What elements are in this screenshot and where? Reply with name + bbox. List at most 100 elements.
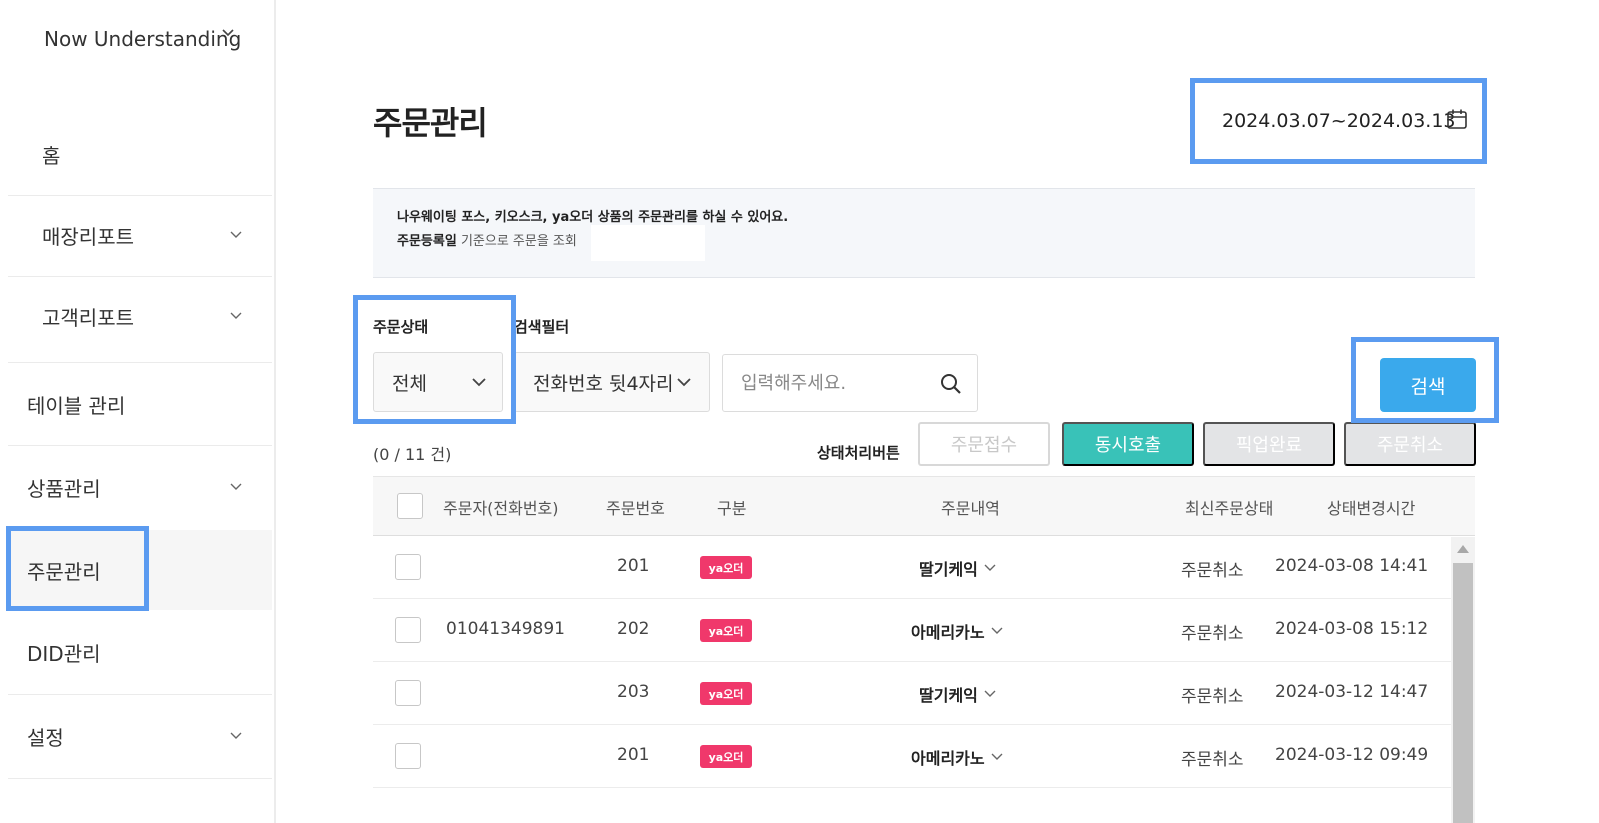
row-checkbox[interactable] xyxy=(395,743,421,769)
order-type-badge: ya오더 xyxy=(700,745,752,768)
order-items-toggle[interactable]: 아메리카노 xyxy=(911,619,1004,643)
scroll-thumb[interactable] xyxy=(1453,563,1473,823)
order-status-value: 전체 xyxy=(392,372,427,395)
row-checkbox[interactable] xyxy=(395,680,421,706)
status-buttons-label: 상태처리버튼 xyxy=(817,444,900,462)
sidebar-item-label: DID관리 xyxy=(27,641,101,666)
sidebar-item-order-management[interactable]: 주문관리 xyxy=(8,530,272,610)
changed-time: 2024-03-12 14:47 xyxy=(1275,682,1429,702)
divider xyxy=(8,694,272,695)
sidebar-item-did-management[interactable]: DID관리 xyxy=(8,612,272,692)
latest-status: 주문취소 xyxy=(1181,750,1244,770)
order-number: 202 xyxy=(617,619,650,639)
sidebar-item-home[interactable]: 홈 xyxy=(8,114,272,194)
notice-line-2-rest: 기준으로 주문을 조회 xyxy=(456,234,577,249)
notice-line-1: 나우웨이팅 포스, 키오스크, ya오더 상품의 주문관리를 하실 수 있어요. xyxy=(397,210,789,225)
date-range-value: 2024.03.07~2024.03.13 xyxy=(1222,110,1456,132)
column-header-order-items: 주문내역 xyxy=(941,499,1000,518)
date-range-picker[interactable]: 2024.03.07~2024.03.13 xyxy=(1196,84,1478,158)
sidebar-item-store-report[interactable]: 매장리포트 xyxy=(8,195,272,275)
order-items-text: 딸기케익 xyxy=(919,560,978,579)
table-row[interactable]: 201 ya오더 아메리카노 주문취소 2024-03-12 09:49 xyxy=(373,725,1451,788)
orderer-phone: 01041349891 xyxy=(446,619,565,639)
chevron-down-icon xyxy=(470,374,488,390)
table-row[interactable]: 01041349891 202 ya오더 아메리카노 주문취소 2024-03-… xyxy=(373,599,1451,662)
selection-count: (0 / 11 건) xyxy=(373,445,452,464)
changed-time: 2024-03-08 15:12 xyxy=(1275,619,1429,639)
sidebar-item-label: 고객리포트 xyxy=(42,305,134,330)
order-number: 201 xyxy=(617,745,650,765)
calendar-icon[interactable] xyxy=(1446,108,1468,135)
column-header-order-number: 주문번호 xyxy=(606,499,665,518)
order-items-toggle[interactable]: 딸기케익 xyxy=(919,682,997,706)
chevron-down-icon xyxy=(228,226,244,242)
sidebar-item-customer-report[interactable]: 고객리포트 xyxy=(8,276,272,356)
order-items-text: 아메리카노 xyxy=(911,749,985,768)
search-filter-select[interactable]: 전화번호 뒷4자리 xyxy=(514,352,710,412)
accept-order-button[interactable]: 주문접수 xyxy=(918,422,1050,466)
order-items-text: 아메리카노 xyxy=(911,623,985,642)
latest-status: 주문취소 xyxy=(1181,687,1244,707)
order-items-text: 딸기케익 xyxy=(919,686,978,705)
sidebar-item-label: 상품관리 xyxy=(27,476,101,501)
search-filter-label: 검색필터 xyxy=(514,318,570,336)
brand-dropdown[interactable]: Now Understanding xyxy=(44,24,244,54)
search-input[interactable] xyxy=(741,369,931,397)
changed-time: 2024-03-08 14:41 xyxy=(1275,556,1429,576)
simultaneous-call-button[interactable]: 동시호출 xyxy=(1062,422,1194,466)
notice-box: 나우웨이팅 포스, 키오스크, ya오더 상품의 주문관리를 하실 수 있어요.… xyxy=(373,188,1475,278)
divider xyxy=(8,362,272,363)
search-icon[interactable] xyxy=(939,372,963,400)
sidebar-item-label: 홈 xyxy=(42,143,61,168)
order-type-badge: ya오더 xyxy=(700,556,752,579)
sidebar-item-settings[interactable]: 설정 xyxy=(8,696,272,776)
chevron-down-icon xyxy=(228,727,244,743)
order-items-toggle[interactable]: 아메리카노 xyxy=(911,745,1004,769)
notice-line-2-bold: 주문등록일 xyxy=(397,234,457,249)
sidebar-item-table-management[interactable]: 테이블 관리 xyxy=(8,364,272,444)
chevron-down-icon xyxy=(228,307,244,323)
row-checkbox[interactable] xyxy=(395,554,421,580)
chevron-down-icon xyxy=(983,685,997,704)
chevron-down-icon xyxy=(983,559,997,578)
pickup-complete-button[interactable]: 픽업완료 xyxy=(1203,422,1335,466)
order-status-select[interactable]: 전체 xyxy=(373,352,503,412)
order-status-label: 주문상태 xyxy=(373,318,429,336)
table-header: 주문자(전화번호) 주문번호 구분 주문내역 최신주문상태 상태변경시간 xyxy=(373,476,1475,536)
page-title: 주문관리 xyxy=(373,104,488,142)
divider xyxy=(8,445,272,446)
table-row[interactable]: 203 ya오더 딸기케익 주문취소 2024-03-12 14:47 xyxy=(373,662,1451,725)
redaction-mask xyxy=(591,225,705,261)
select-all-checkbox[interactable] xyxy=(397,493,423,519)
search-filter-value: 전화번호 뒷4자리 xyxy=(533,372,674,395)
sidebar-item-label: 테이블 관리 xyxy=(27,393,126,418)
order-type-badge: ya오더 xyxy=(700,682,752,705)
column-header-type: 구분 xyxy=(717,499,747,518)
row-checkbox[interactable] xyxy=(395,617,421,643)
sidebar-item-product-management[interactable]: 상품관리 xyxy=(8,447,272,527)
order-items-toggle[interactable]: 딸기케익 xyxy=(919,556,997,580)
chevron-down-icon xyxy=(220,24,236,40)
sidebar: Now Understanding 홈 매장리포트 고객리포트 테이블 관리 상… xyxy=(0,0,276,823)
order-number: 203 xyxy=(617,682,650,702)
divider xyxy=(8,778,272,779)
column-header-orderer: 주문자(전화번호) xyxy=(443,499,559,518)
order-type-badge: ya오더 xyxy=(700,619,752,642)
column-header-latest-status: 최신주문상태 xyxy=(1185,499,1274,518)
sidebar-item-label: 매장리포트 xyxy=(42,224,134,249)
chevron-down-icon xyxy=(990,748,1004,767)
brand-name: Now Understanding xyxy=(44,27,242,51)
order-number: 201 xyxy=(617,556,650,576)
chevron-down-icon xyxy=(990,622,1004,641)
table-scrollbar[interactable] xyxy=(1451,537,1475,823)
scroll-up-arrow-icon[interactable] xyxy=(1457,545,1469,553)
table-row[interactable]: 201 ya오더 딸기케익 주문취소 2024-03-08 14:41 xyxy=(373,536,1451,599)
cancel-order-button[interactable]: 주문취소 xyxy=(1344,422,1476,466)
sidebar-item-label: 주문관리 xyxy=(27,559,101,584)
changed-time: 2024-03-12 09:49 xyxy=(1275,745,1429,765)
column-header-changed-time: 상태변경시간 xyxy=(1327,499,1416,518)
latest-status: 주문취소 xyxy=(1181,624,1244,644)
search-button[interactable]: 검색 xyxy=(1380,358,1476,412)
latest-status: 주문취소 xyxy=(1181,561,1244,581)
search-field xyxy=(722,354,978,412)
